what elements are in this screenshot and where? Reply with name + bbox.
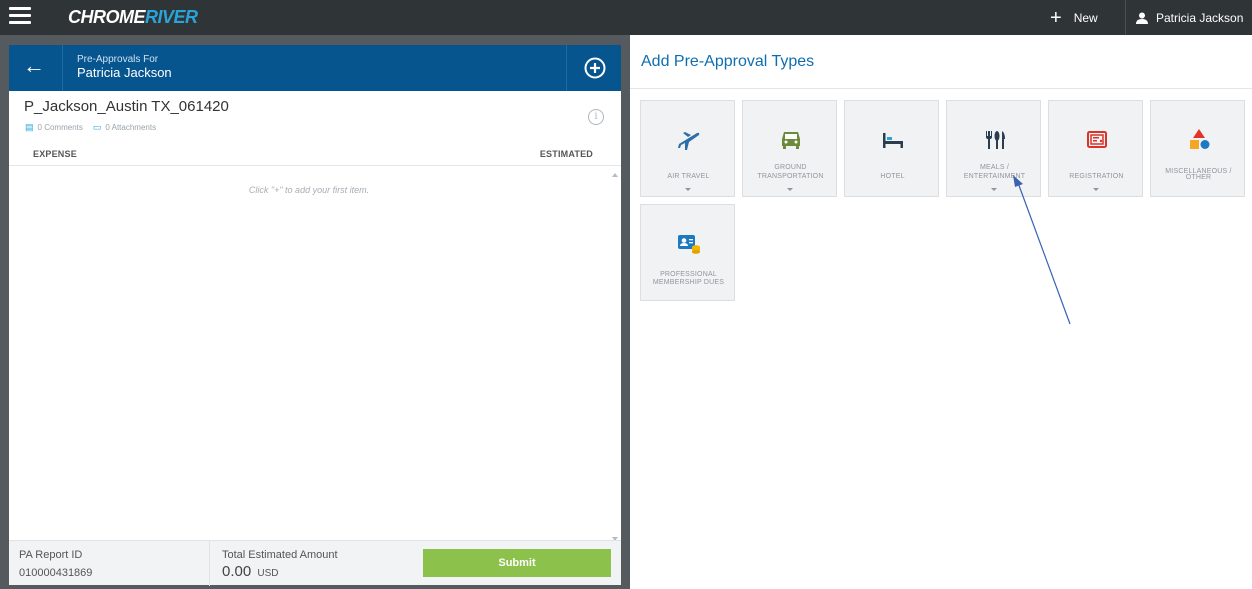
new-button[interactable]: + New (1050, 0, 1098, 35)
app-logo[interactable]: CHROMERIVER (68, 7, 198, 28)
scroll-up-icon[interactable] (612, 173, 618, 177)
tile-label-line1: GROUND (774, 164, 807, 171)
top-navigation-bar: CHROMERIVER + New Patricia Jackson (0, 0, 1252, 35)
chevron-down-icon[interactable] (685, 188, 691, 191)
divider (1125, 0, 1126, 35)
page-title: Add Pre-Approval Types (641, 53, 815, 70)
tile-label: TRANSPORTATION (757, 173, 824, 180)
header-subtitle: Pre-Approvals For (77, 54, 159, 65)
chevron-down-icon[interactable] (1093, 188, 1099, 191)
car-icon (781, 132, 800, 149)
total-amount-label: Total Estimated Amount (222, 549, 338, 561)
new-button-label: New (1073, 10, 1098, 25)
shapes-icon (1189, 129, 1209, 149)
user-menu[interactable]: Patricia Jackson (1136, 0, 1243, 35)
plus-icon: + (1050, 6, 1062, 29)
tile-label: HOTEL (880, 173, 905, 180)
back-arrow-icon[interactable]: ← (23, 55, 45, 77)
tile-label-line1: PROFESSIONAL (660, 271, 717, 278)
report-footer: PA Report ID 010000431869 Total Estimate… (9, 540, 621, 586)
attachments-count[interactable]: 0 Attachments (105, 123, 156, 132)
comments-count[interactable]: 0 Comments (38, 123, 83, 132)
total-amount-value: 0.00 USD (222, 563, 279, 580)
chevron-down-icon[interactable] (991, 188, 997, 191)
bed-icon (882, 133, 903, 148)
report-id-label: PA Report ID (19, 549, 83, 561)
divider (566, 45, 567, 91)
submit-button[interactable]: Submit (423, 549, 611, 577)
divider (62, 45, 63, 91)
tile-label: OTHER (1185, 174, 1212, 181)
report-title[interactable]: P_Jackson_Austin TX_061420 (24, 98, 229, 115)
tile-miscellaneous-other[interactable]: MISCELLANEOUS / OTHER (1150, 100, 1245, 197)
report-id-value: 010000431869 (19, 567, 93, 579)
annotation-arrow (1013, 175, 1071, 325)
pre-approval-report-panel: ← Pre-Approvals For Patricia Jackson P_J… (9, 45, 621, 586)
panel-header: ← Pre-Approvals For Patricia Jackson (9, 45, 621, 91)
header-user-name: Patricia Jackson (77, 65, 172, 80)
report-meta: ▤ 0 Comments ▭ 0 Attachments (25, 122, 156, 133)
tile-air-travel[interactable]: AIR TRAVEL (640, 100, 735, 197)
chevron-down-icon[interactable] (787, 188, 793, 191)
add-item-icon[interactable] (583, 56, 607, 80)
user-icon (1136, 12, 1148, 24)
tile-hotel[interactable]: HOTEL (844, 100, 939, 197)
divider (630, 88, 1252, 89)
tile-professional-membership-dues[interactable]: PROFESSIONAL MEMBERSHIP DUES (640, 204, 735, 301)
comment-icon[interactable]: ▤ (25, 122, 34, 133)
membership-icon (677, 235, 700, 254)
airplane-icon (677, 132, 699, 150)
info-icon[interactable]: i (588, 109, 604, 125)
tile-ground-transportation[interactable]: GROUND TRANSPORTATION (742, 100, 837, 197)
total-amount: 0.00 (222, 563, 252, 580)
scrollbar[interactable] (610, 167, 621, 545)
expense-table-header: EXPENSE ESTIMATED (9, 144, 621, 166)
hamburger-menu-icon[interactable] (9, 7, 31, 27)
paperclip-icon[interactable]: ▭ (93, 122, 102, 133)
divider (209, 541, 210, 586)
column-estimated: ESTIMATED (539, 149, 593, 159)
empty-list-hint: Click "+" to add your first item. (248, 185, 370, 195)
registration-icon (1086, 131, 1107, 148)
tile-label: AIR TRAVEL (667, 173, 710, 180)
utensils-icon (985, 131, 1005, 149)
column-expense: EXPENSE (33, 149, 77, 159)
tile-label: MEMBERSHIP DUES (652, 279, 725, 286)
currency-code: USD (257, 568, 279, 579)
user-name: Patricia Jackson (1156, 10, 1244, 25)
